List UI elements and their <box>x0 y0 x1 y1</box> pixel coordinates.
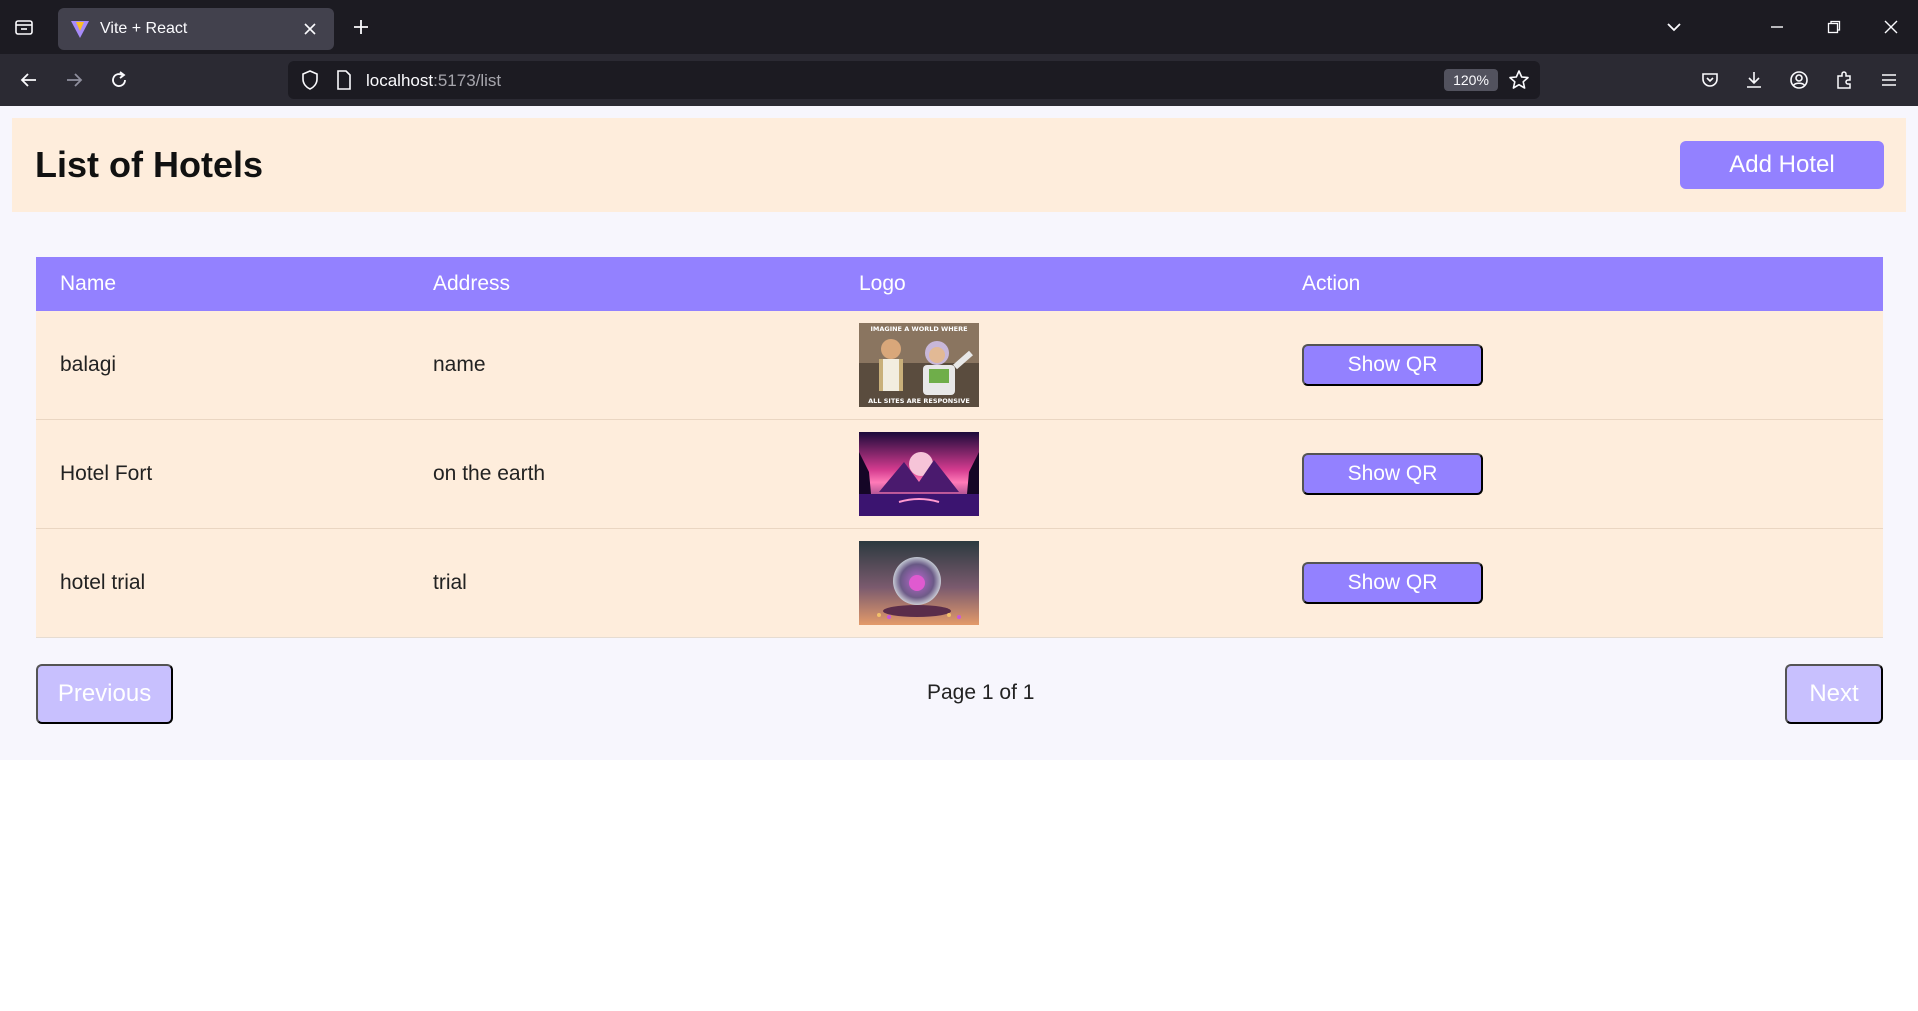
account-icon[interactable] <box>1782 63 1816 97</box>
hotel-name: hotel trial <box>60 571 146 594</box>
page-title: List of Hotels <box>35 144 264 185</box>
hotel-address: on the earth <box>433 462 546 485</box>
restore-icon[interactable] <box>1817 10 1851 44</box>
show-qr-button[interactable]: Show QR <box>1302 453 1483 495</box>
pocket-icon[interactable] <box>1693 63 1727 97</box>
table-row: hotel trial trial Show QR <box>36 529 1883 638</box>
zoom-level-badge[interactable]: 120% <box>1444 69 1498 91</box>
hotel-name: Hotel Fort <box>60 462 153 485</box>
column-header-action: Action <box>1302 272 1361 295</box>
reload-icon[interactable] <box>102 63 136 97</box>
app-container: List of Hotels Add Hotel Name Address Lo… <box>0 106 1918 760</box>
hotels-table: Name Address Logo Action balagi name IMA… <box>36 257 1883 638</box>
pagination: Previous Page 1 of 1 Next <box>36 664 1883 724</box>
download-icon[interactable] <box>1737 63 1771 97</box>
show-qr-button[interactable]: Show QR <box>1302 344 1483 386</box>
table-row: balagi name IMAGINE A WORLD WHERE ALL SI… <box>36 311 1883 420</box>
browser-tab[interactable]: Vite + React <box>58 8 334 50</box>
browser-nav-bar: localhost:5173/list 120% <box>0 54 1918 106</box>
hotel-name: balagi <box>60 353 117 376</box>
next-page-button[interactable]: Next <box>1785 664 1883 724</box>
tab-title: Vite + React <box>100 20 188 37</box>
add-hotel-button[interactable]: Add Hotel <box>1680 141 1884 189</box>
column-header-address: Address <box>433 272 511 295</box>
previous-page-button[interactable]: Previous <box>36 664 173 724</box>
forward-arrow-icon[interactable] <box>57 63 91 97</box>
tab-list-icon[interactable] <box>8 11 40 43</box>
address-bar[interactable]: localhost:5173/list 120% <box>288 61 1540 99</box>
hotel-address: trial <box>433 571 467 594</box>
table-row: Hotel Fort on the earth Show QR <box>36 420 1883 529</box>
hotel-logo-image <box>859 541 979 625</box>
page-viewport: List of Hotels Add Hotel Name Address Lo… <box>0 106 1918 1011</box>
page-info-icon[interactable] <box>332 68 356 92</box>
table-header-row: Name Address Logo Action <box>36 257 1883 311</box>
url-text[interactable]: localhost:5173/list <box>366 71 501 91</box>
vite-logo-icon <box>71 21 89 38</box>
browser-tab-bar: Vite + React <box>0 0 1918 54</box>
bookmark-star-icon[interactable] <box>1506 67 1532 93</box>
menu-icon[interactable] <box>1872 63 1906 97</box>
column-header-logo: Logo <box>859 272 906 295</box>
minimize-icon[interactable] <box>1760 10 1794 44</box>
page-indicator: Page 1 of 1 <box>927 681 1035 704</box>
close-tab-icon[interactable] <box>298 17 322 41</box>
logo-meme-top-text: IMAGINE A WORLD WHERE <box>870 325 967 333</box>
hotel-address: name <box>433 353 486 376</box>
close-window-icon[interactable] <box>1874 10 1908 44</box>
logo-meme-bottom-text: ALL SITES ARE RESPONSIVE <box>868 397 970 405</box>
back-arrow-icon[interactable] <box>12 63 46 97</box>
extensions-icon[interactable] <box>1827 63 1861 97</box>
chevron-down-icon[interactable] <box>1657 10 1691 44</box>
hotel-logo-image <box>859 432 979 516</box>
page-header: List of Hotels Add Hotel <box>12 118 1906 212</box>
new-tab-icon[interactable] <box>346 12 376 42</box>
hotel-logo-image: IMAGINE A WORLD WHERE ALL SITES ARE RESP… <box>859 323 979 407</box>
shield-icon[interactable] <box>298 68 322 92</box>
show-qr-button[interactable]: Show QR <box>1302 562 1483 604</box>
column-header-name: Name <box>60 272 117 295</box>
